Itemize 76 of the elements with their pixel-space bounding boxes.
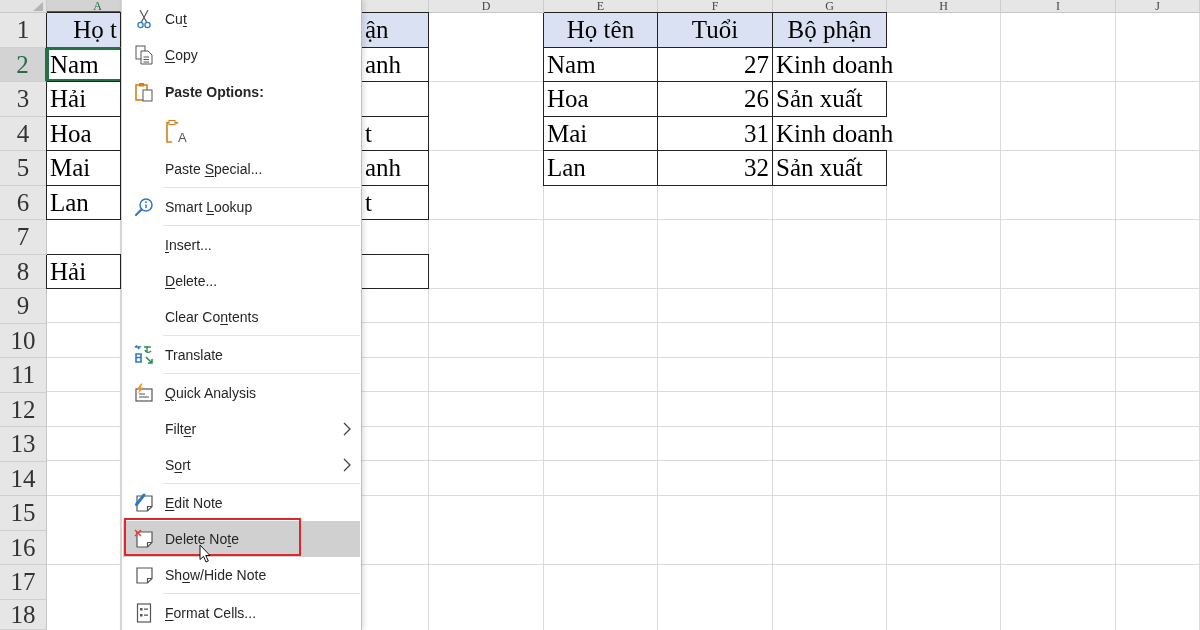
header-cell: ận <box>362 13 429 48</box>
table-cell: t <box>362 185 429 220</box>
header-cell: Họ t <box>47 13 121 48</box>
menu-item[interactable]: Delete... <box>123 263 360 299</box>
table-cell: Nam <box>47 47 121 82</box>
chevron-right-icon <box>343 458 351 472</box>
table-cell: Hải <box>47 254 121 289</box>
cursor-icon <box>199 544 211 563</box>
table-cell: anh <box>362 47 429 82</box>
row-header[interactable]: 2 <box>0 47 47 82</box>
table-cell: Sản xuất <box>773 151 887 186</box>
header-cell: Họ tên <box>544 13 658 48</box>
clipboard-icon <box>166 120 178 144</box>
note-x-icon <box>134 529 154 549</box>
paste-option-button[interactable]: A <box>165 118 188 144</box>
row-header[interactable]: 5 <box>0 151 47 186</box>
column-header[interactable]: D <box>429 0 544 13</box>
row-header[interactable]: 13 <box>0 427 47 462</box>
row-header[interactable]: 16 <box>0 530 47 565</box>
table-cell: 32 <box>658 151 773 186</box>
table-cell: 26 <box>658 82 773 117</box>
chevron-right-icon <box>343 422 351 436</box>
triangle-icon <box>33 2 43 11</box>
menu-item[interactable]: Quick Analysis <box>123 375 360 411</box>
menu-item[interactable]: Paste Special... <box>123 151 360 187</box>
clipboard-icon <box>135 82 153 102</box>
table-cell: Hoa <box>544 82 658 117</box>
menu-item[interactable]: Delete Note <box>123 521 360 557</box>
table-cell: Hải <box>47 82 121 117</box>
row-header[interactable]: 1 <box>0 13 47 48</box>
menu-item[interactable]: Sort <box>123 447 360 483</box>
table-cell: Lan <box>544 151 658 186</box>
row-header[interactable]: 4 <box>0 116 47 151</box>
menu-item[interactable]: Smart Lookup <box>123 189 360 225</box>
table-cell: Lan <box>47 185 121 220</box>
menu-item[interactable]: Clear Contents <box>123 299 360 335</box>
table-cell: Mai <box>544 116 658 151</box>
column-header[interactable]: I <box>1001 0 1116 13</box>
row-header[interactable]: 6 <box>0 185 47 220</box>
table-cell: Nam <box>544 47 658 82</box>
header-cell: Bộ phận <box>773 13 887 48</box>
lightning-table-icon <box>134 383 154 403</box>
menu-item[interactable]: Format Cells... <box>123 595 360 630</box>
translate-icon <box>134 345 154 365</box>
row-header[interactable]: 15 <box>0 496 47 531</box>
menu-heading: Paste Options: <box>165 84 264 100</box>
copy-icon <box>135 45 153 65</box>
row-header[interactable]: 11 <box>0 358 47 393</box>
row-header[interactable]: 17 <box>0 565 47 600</box>
search-icon <box>134 197 154 217</box>
row-header[interactable]: 10 <box>0 323 47 358</box>
row-header[interactable]: 12 <box>0 392 47 427</box>
column-header[interactable]: H <box>887 0 1001 13</box>
scissors-icon <box>136 9 152 29</box>
menu-item[interactable]: Cut <box>123 1 360 37</box>
form-list-icon <box>136 603 152 623</box>
menu-item[interactable]: Edit Note <box>123 485 360 521</box>
header-cell: Tuổi <box>658 13 773 48</box>
row-header[interactable]: 7 <box>0 220 47 255</box>
menu-item[interactable]: Translate <box>123 337 360 373</box>
table-cell: t <box>362 116 429 151</box>
table-cell: anh <box>362 151 429 186</box>
menu-item[interactable]: Insert... <box>123 227 360 263</box>
row-header[interactable]: 8 <box>0 254 47 289</box>
menu-item[interactable]: Filter <box>123 411 360 447</box>
row-header[interactable]: 9 <box>0 289 47 324</box>
table-cell: Mai <box>47 151 121 186</box>
row-header[interactable]: 3 <box>0 82 47 117</box>
note-pencil-icon <box>134 493 154 513</box>
menu-item[interactable]: Copy <box>123 37 360 73</box>
row-header[interactable]: 18 <box>0 599 47 630</box>
table-cell: Hoa <box>47 116 121 151</box>
row-header[interactable]: 14 <box>0 461 47 496</box>
note-icon <box>134 565 154 585</box>
column-header[interactable]: J <box>1116 0 1200 13</box>
menu-item[interactable]: Show/Hide Note <box>123 557 360 593</box>
